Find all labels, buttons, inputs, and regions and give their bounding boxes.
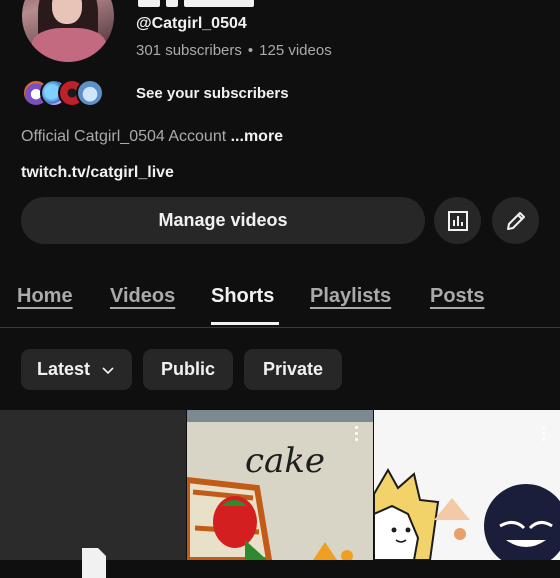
subscriber-avatar (76, 79, 104, 107)
cat-drawing-thumbnail (374, 410, 560, 560)
tab-playlists[interactable]: Playlists (310, 285, 391, 308)
analytics-icon (447, 210, 468, 231)
short-thumbnail[interactable] (0, 410, 186, 578)
channel-handle: @Catgirl_0504 (136, 15, 247, 32)
latest-label: Latest (36, 359, 90, 379)
manage-videos-button[interactable]: Manage videos (21, 197, 425, 244)
short-thumbnail[interactable] (374, 410, 560, 560)
channel-description[interactable]: Official Catgirl_0504 Account ...more (21, 128, 283, 146)
channel-stats: 301 subscribers • 125 videos (136, 42, 332, 59)
selected-tab-indicator (211, 322, 279, 325)
channel-name-cropped (138, 0, 298, 7)
tab-shorts[interactable]: Shorts (211, 285, 274, 308)
analytics-button[interactable] (434, 197, 481, 244)
channel-avatar[interactable] (22, 0, 114, 62)
more-options-icon[interactable] (355, 426, 359, 444)
tab-videos[interactable]: Videos (110, 285, 175, 308)
channel-link[interactable]: twitch.tv/catgirl_live (21, 164, 174, 182)
more-options-icon[interactable] (542, 426, 546, 444)
description-text: Official Catgirl_0504 Account (21, 128, 227, 145)
tab-posts[interactable]: Posts (430, 285, 484, 308)
placeholder-icon (82, 548, 106, 578)
see-subscribers-link[interactable]: See your subscribers (136, 85, 289, 102)
cake-drawing-thumbnail: cake (187, 410, 373, 560)
filter-private-chip[interactable]: Private (244, 349, 342, 390)
filter-public-chip[interactable]: Public (143, 349, 233, 390)
sort-latest-chip[interactable]: Latest (21, 349, 132, 390)
tabs-divider (0, 327, 560, 328)
cake-scribble-text: cake (245, 441, 325, 481)
subscriber-count: 301 subscribers (136, 42, 242, 59)
more-link[interactable]: ...more (231, 128, 283, 145)
stats-separator: • (247, 42, 254, 59)
video-count: 125 videos (259, 42, 332, 59)
chevron-down-icon (102, 366, 114, 374)
subscriber-avatars[interactable] (22, 77, 104, 109)
tab-home[interactable]: Home (17, 285, 73, 308)
pencil-icon (506, 211, 525, 230)
short-thumbnail[interactable]: cake (187, 410, 373, 560)
edit-channel-button[interactable] (492, 197, 539, 244)
